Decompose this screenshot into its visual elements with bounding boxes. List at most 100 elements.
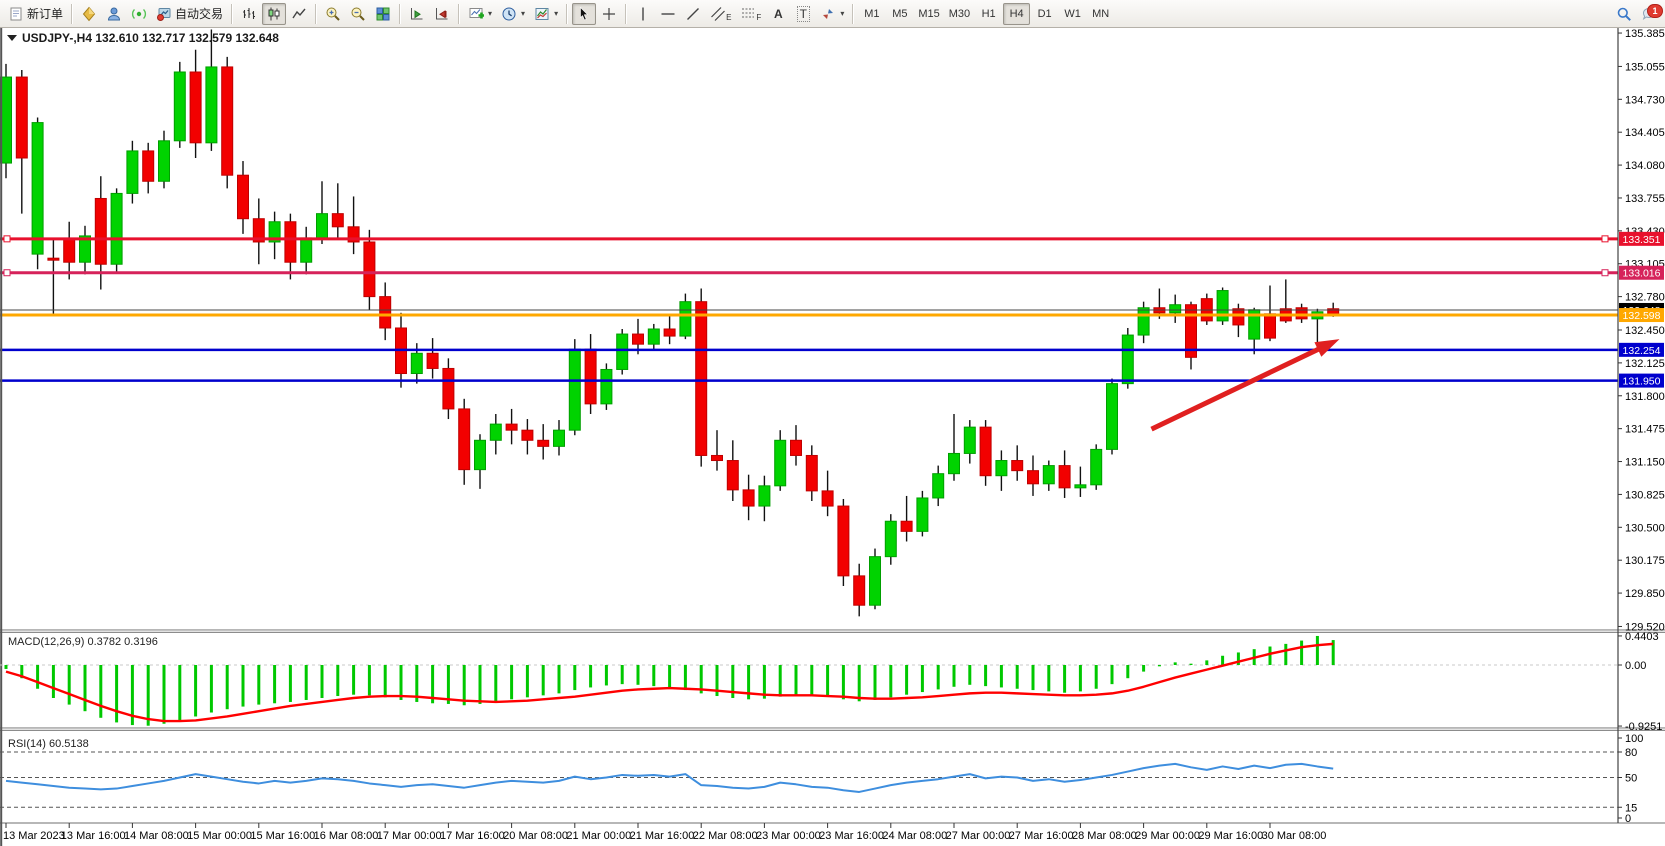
candle [475, 440, 486, 469]
candle [95, 198, 106, 264]
indicators-icon [468, 6, 484, 22]
candle [443, 368, 454, 408]
auto-scroll-button[interactable] [405, 3, 429, 25]
line-handle[interactable] [4, 236, 10, 242]
rsi-header: RSI(14) 60.5138 [8, 738, 89, 750]
price-chart[interactable]: 135.385135.055134.730134.405134.080133.7… [0, 28, 1665, 846]
timeframe-m5-button[interactable]: M5 [886, 3, 913, 25]
candle [1091, 449, 1102, 484]
timeframe-w1-button[interactable]: W1 [1059, 3, 1086, 25]
autotrading-button[interactable]: 自动交易 [152, 3, 227, 25]
candle [727, 461, 738, 490]
crosshair-button[interactable] [597, 3, 621, 25]
line-chart-button[interactable] [287, 3, 311, 25]
zoom-in-button[interactable] [321, 3, 345, 25]
search-button[interactable] [1612, 3, 1636, 25]
timeframe-d1-button[interactable]: D1 [1031, 3, 1058, 25]
candle [901, 521, 912, 531]
candle [16, 77, 27, 158]
candle [822, 491, 833, 506]
annotation-arrow-head[interactable] [1314, 339, 1339, 357]
candle [380, 297, 391, 328]
time-tick-label: 13 Mar 16:00 [61, 830, 126, 842]
line-handle[interactable] [1602, 270, 1608, 276]
price-tick-label: 130.825 [1625, 489, 1665, 501]
horizontal-line-button[interactable] [656, 3, 680, 25]
candlestick-chart-button[interactable] [262, 3, 286, 25]
candle [143, 151, 154, 181]
macd-scale-label: 0.4403 [1625, 631, 1659, 643]
candle [712, 455, 723, 460]
price-tick-label: 131.800 [1625, 391, 1665, 403]
equidistant-channel-button[interactable]: E [706, 3, 735, 25]
candle [64, 239, 75, 262]
price-badge-label: 132.598 [1623, 310, 1661, 322]
candle [1233, 309, 1244, 325]
candle [522, 430, 533, 440]
annotation-arrow-shaft[interactable] [1152, 348, 1322, 429]
tile-windows-button[interactable] [371, 3, 395, 25]
rsi-scale-label: 50 [1625, 773, 1637, 785]
candle [364, 242, 375, 297]
candle [1296, 308, 1307, 319]
zoom-in-icon [325, 6, 341, 22]
candle [885, 521, 896, 556]
text-icon: A [774, 7, 783, 21]
candle [1028, 471, 1039, 484]
fibonacci-button[interactable]: F [736, 3, 765, 25]
community-button[interactable] [102, 3, 126, 25]
candle [601, 369, 612, 403]
trendline-button[interactable] [681, 3, 705, 25]
price-tick-label: 130.500 [1625, 522, 1665, 534]
symbol-dropdown-icon[interactable] [7, 35, 17, 41]
timeframe-group: M1M5M15M30H1H4D1W1MN [858, 3, 1114, 25]
arrows-tool-button[interactable]: ▾ [816, 3, 848, 25]
label-tool-button[interactable]: T [791, 3, 815, 25]
autotrading-label: 自动交易 [175, 5, 223, 22]
time-tick-label: 23 Mar 00:00 [756, 830, 821, 842]
candle [696, 302, 707, 456]
new-order-button[interactable]: 新订单 [4, 3, 67, 25]
time-tick-label: 27 Mar 16:00 [1009, 830, 1074, 842]
timeframe-m1-button[interactable]: M1 [858, 3, 885, 25]
candle [933, 474, 944, 498]
candle [964, 427, 975, 453]
timeframe-m15-button[interactable]: M15 [914, 3, 943, 25]
candle [317, 214, 328, 238]
candle [238, 175, 249, 219]
notifications-button[interactable]: 1 [1637, 3, 1661, 25]
price-tick-label: 132.450 [1625, 325, 1665, 337]
candle [190, 72, 201, 143]
text-tool-button[interactable]: A [766, 3, 790, 25]
signals-button[interactable] [127, 3, 151, 25]
candle [554, 430, 565, 446]
candle [1107, 384, 1118, 450]
timeframe-mn-button[interactable]: MN [1087, 3, 1114, 25]
timeframe-m30-button[interactable]: M30 [945, 3, 974, 25]
price-tick-label: 134.080 [1625, 160, 1665, 172]
timeframe-h1-button[interactable]: H1 [975, 3, 1002, 25]
candle [1075, 485, 1086, 488]
periods-button[interactable]: ▾ [497, 3, 529, 25]
chevron-down-icon: ▾ [840, 9, 844, 18]
cursor-button[interactable] [572, 3, 596, 25]
bar-chart-button[interactable] [237, 3, 261, 25]
community-icon [106, 6, 122, 22]
indicators-button[interactable]: ▾ [464, 3, 496, 25]
candle [538, 440, 549, 446]
mql5-market-button[interactable] [77, 3, 101, 25]
line-handle[interactable] [1602, 236, 1608, 242]
rsi-scale-label: 0 [1625, 813, 1631, 825]
chart-shift-icon [434, 6, 450, 22]
candlestick-chart-icon [266, 6, 282, 22]
channel-icon [710, 6, 726, 22]
line-handle[interactable] [4, 270, 10, 276]
templates-button[interactable]: ▾ [530, 3, 562, 25]
separator [566, 4, 568, 24]
chart-shift-button[interactable] [430, 3, 454, 25]
channel-letter: E [726, 13, 731, 22]
candle [759, 486, 770, 506]
timeframe-h4-button[interactable]: H4 [1003, 3, 1030, 25]
zoom-out-button[interactable] [346, 3, 370, 25]
vertical-line-button[interactable] [631, 3, 655, 25]
